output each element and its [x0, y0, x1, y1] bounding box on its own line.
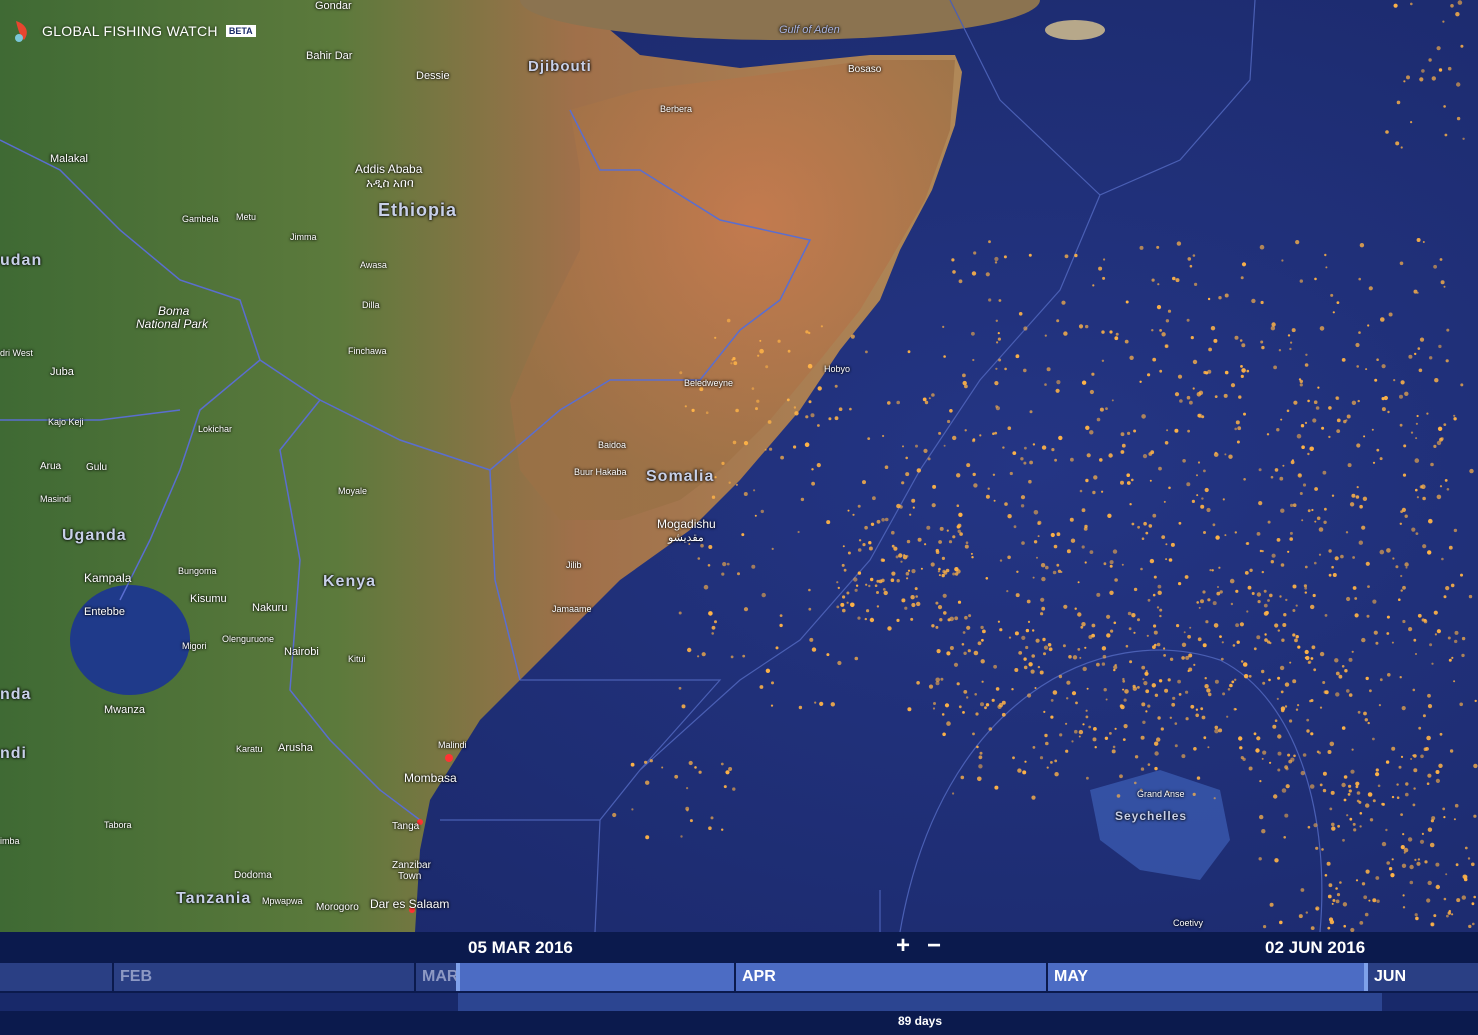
label-morogoro: Morogoro [316, 902, 359, 913]
label-baidoa: Baidoa [598, 440, 627, 450]
label-nairobi: Nairobi [284, 646, 319, 658]
zoom-out-button[interactable]: − [921, 932, 947, 960]
label-grand-anse: Grand Anse [1137, 789, 1185, 799]
label-bahir-dar: Bahir Dar [306, 50, 353, 62]
duration-label: 89 days [897, 1014, 943, 1028]
label-tanga: Tanga [392, 821, 420, 832]
label-olenguruone: Olenguruone [222, 634, 275, 644]
label-jilib: Jilib [566, 560, 582, 570]
label-moyale: Moyale [338, 486, 368, 496]
beta-badge: BETA [225, 25, 256, 37]
label-zanzibar-town: Town [398, 871, 422, 882]
range-end-handle[interactable] [1364, 963, 1368, 991]
label-awasa: Awasa [360, 260, 387, 270]
label-migori: Migori [182, 641, 207, 651]
label-kitui: Kitui [348, 654, 366, 664]
range-start-handle[interactable] [456, 963, 460, 991]
label-dodoma: Dodoma [234, 870, 272, 881]
label-kenya: Kenya [323, 573, 377, 590]
label-addis-ababa-amharic: አዲስ አበባ [366, 176, 414, 190]
label-bosaso: Bosaso [848, 64, 882, 75]
label-gulu: Gulu [86, 462, 108, 473]
label-arua: Arua [40, 461, 62, 472]
brand[interactable]: GLOBAL FISHING WATCH BETA [10, 18, 256, 44]
label-nakuru: Nakuru [252, 602, 288, 614]
label-kajo-keji: Kajo Keji [48, 417, 84, 427]
label-arusha: Arusha [278, 742, 313, 754]
timebar: 05 MAR 2016 + − 02 JUN 2016 FEB MAR APR … [0, 932, 1478, 1035]
label-karatu: Karatu [236, 744, 263, 754]
label-juba: Juba [50, 366, 74, 378]
zoom-in-button[interactable]: + [890, 932, 916, 960]
label-sudan: udan [0, 252, 43, 269]
label-kampala: Kampala [84, 571, 132, 585]
label-tabora: Tabora [104, 820, 132, 830]
socotra [1045, 20, 1105, 40]
label-dimba: imba [0, 836, 20, 846]
label-mogadishu-ar: مقديشو [668, 532, 704, 544]
label-coetivy: Coetivy [1173, 918, 1204, 928]
start-date[interactable]: 05 MAR 2016 [468, 938, 573, 958]
brand-name: GLOBAL FISHING WATCH [42, 23, 218, 39]
end-date[interactable]: 02 JUN 2016 [1265, 938, 1365, 958]
month-may[interactable]: MAY [1046, 963, 1366, 991]
label-zanzibar: Zanzibar [392, 860, 431, 871]
label-malakal: Malakal [50, 153, 88, 165]
label-malindi: Malindi [438, 740, 467, 750]
label-seychelles: Seychelles [1115, 809, 1188, 823]
label-somalia: Somalia [646, 468, 715, 485]
label-burundi: ndi [0, 745, 27, 762]
month-jan[interactable] [0, 963, 112, 991]
label-kisumu: Kisumu [190, 593, 227, 605]
label-entebbe: Entebbe [84, 606, 125, 618]
label-mombasa: Mombasa [404, 771, 457, 785]
label-gondar: Gondar [315, 0, 352, 12]
label-ethiopia: Ethiopia [378, 200, 457, 220]
label-dessie: Dessie [416, 70, 450, 82]
label-dilla: Dilla [362, 300, 380, 310]
label-addis-ababa: Addis Ababa [355, 162, 423, 176]
label-tanzania: Tanzania [176, 890, 252, 907]
label-buur-hakaba: Buur Hakaba [574, 467, 627, 477]
label-berbera: Berbera [660, 104, 693, 114]
label-mwanza: Mwanza [104, 704, 145, 716]
label-boma: Boma [158, 304, 190, 318]
label-jimma: Jimma [290, 232, 317, 242]
satellite-map[interactable] [0, 0, 1478, 932]
label-djibouti: Djibouti [528, 58, 592, 75]
fish-logo-icon [15, 21, 27, 42]
label-boma-np: National Park [136, 317, 209, 331]
month-feb[interactable]: FEB [112, 963, 414, 991]
label-masindi: Masindi [40, 494, 72, 504]
month-mar[interactable]: MAR [414, 963, 458, 991]
range-track-selected[interactable] [458, 993, 1382, 1011]
label-mogadishu: Mogadishu [657, 517, 716, 531]
label-rwanda: nda [0, 686, 32, 703]
label-metu: Metu [236, 212, 257, 222]
label-bungoma: Bungoma [178, 566, 217, 576]
label-finchawa: Finchawa [348, 346, 387, 356]
label-hobyo: Hobyo [824, 364, 851, 374]
label-west: dri West [0, 348, 33, 358]
label-lokichar: Lokichar [198, 424, 233, 434]
label-beledweyne: Beledweyne [684, 378, 734, 388]
lake-victoria [70, 585, 190, 695]
label-uganda: Uganda [62, 527, 127, 544]
label-gambela: Gambela [182, 214, 219, 224]
label-jamaame: Jamaame [552, 604, 592, 614]
month-apr[interactable]: APR [734, 963, 1046, 991]
month-jun[interactable]: JUN [1366, 963, 1478, 991]
label-mpwapwa: Mpwapwa [262, 896, 303, 906]
label-dar-es-salaam: Dar es Salaam [370, 897, 450, 911]
label-gulf-of-aden: Gulf of Aden [779, 24, 840, 36]
